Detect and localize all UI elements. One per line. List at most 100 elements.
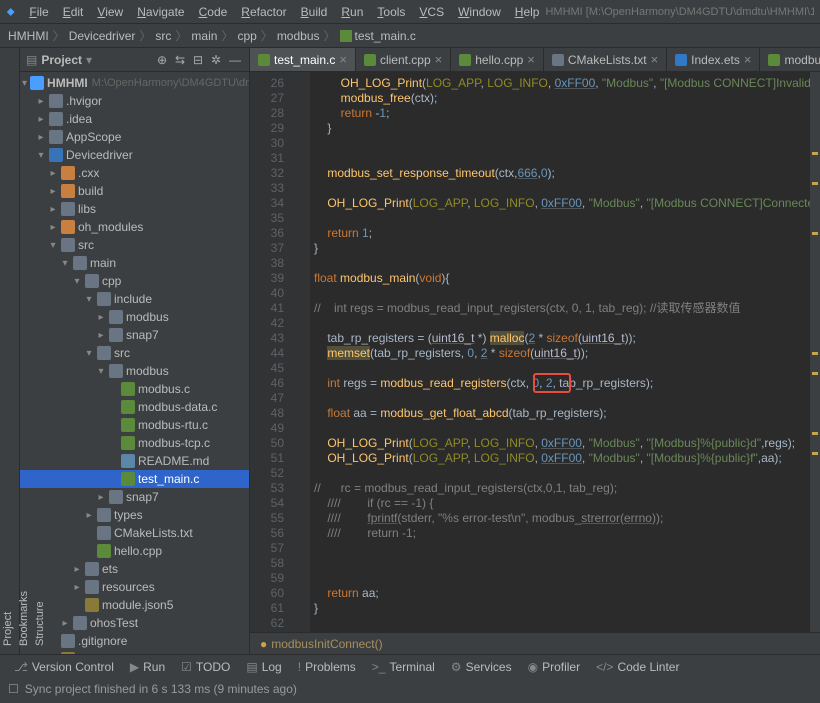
editor-tab[interactable]: modbus.c×	[760, 48, 820, 71]
menu-bar: FileEditViewNavigateCodeRefactorBuildRun…	[23, 3, 545, 21]
folder-o-icon	[61, 166, 75, 180]
tree-item[interactable]: include	[20, 290, 249, 308]
file-txt-icon	[61, 634, 75, 648]
breadcrumb-item[interactable]: modbus	[277, 29, 320, 43]
tree-item[interactable]: libs	[20, 200, 249, 218]
project-sidebar: ▤ Project ▾ ⊕ ⇆ ⊟ ✲ — HMHMI M:\OpenHarmo…	[20, 48, 250, 654]
tree-item[interactable]: test_main.c	[20, 470, 249, 488]
tree-item[interactable]: modbus-rtu.c	[20, 416, 249, 434]
menu-vcs[interactable]: VCS	[413, 3, 450, 21]
close-tab-icon[interactable]: ×	[435, 52, 443, 67]
tree-item[interactable]: CMakeLists.txt	[20, 524, 249, 542]
tree-item[interactable]: build	[20, 182, 249, 200]
scrollbar-track[interactable]	[810, 72, 820, 632]
code-content[interactable]: OH_LOG_Print(LOG_APP, LOG_INFO, 0xFF00, …	[310, 72, 820, 632]
settings-icon[interactable]: ✲	[211, 53, 225, 67]
menu-help[interactable]: Help	[509, 3, 546, 21]
editor-tab[interactable]: client.cpp×	[356, 48, 451, 71]
bottom-tab-log[interactable]: ▤Log	[240, 658, 287, 676]
tree-item[interactable]: modbus	[20, 308, 249, 326]
file-icon	[258, 54, 270, 66]
breadcrumb-item[interactable]: main	[191, 29, 217, 43]
code-context-bar: ● modbusInitConnect()	[250, 632, 820, 654]
bottom-tab-services[interactable]: ⚙Services	[445, 658, 518, 676]
file-txt-icon	[97, 526, 111, 540]
locate-icon[interactable]: ⊕	[157, 53, 171, 67]
menu-file[interactable]: File	[23, 3, 54, 21]
menu-tools[interactable]: Tools	[371, 3, 411, 21]
breadcrumb-item[interactable]: src	[155, 29, 171, 43]
gutter-tab-project[interactable]: Project	[0, 48, 16, 654]
tree-item[interactable]: .hvigor	[20, 92, 249, 110]
editor-tab[interactable]: hello.cpp×	[451, 48, 544, 71]
menu-edit[interactable]: Edit	[57, 3, 90, 21]
tree-root[interactable]: HMHMI M:\OpenHarmony\DM4GDTU\dmdtu\HM	[20, 74, 249, 92]
breadcrumb-item[interactable]: cpp	[237, 29, 256, 43]
gutter-tab-structure[interactable]: Structure	[32, 48, 48, 654]
bottom-tab-terminal[interactable]: >_Terminal	[366, 658, 441, 676]
tree-item[interactable]: cpp	[20, 272, 249, 290]
tree-item[interactable]: Devicedriver	[20, 146, 249, 164]
tree-item[interactable]: src	[20, 236, 249, 254]
file-icon	[364, 54, 376, 66]
tree-item[interactable]: snap7	[20, 326, 249, 344]
folder-icon	[109, 490, 123, 504]
tree-item[interactable]: main	[20, 254, 249, 272]
menu-run[interactable]: Run	[335, 3, 369, 21]
close-tab-icon[interactable]: ×	[339, 52, 347, 67]
tree-item[interactable]: modbus-data.c	[20, 398, 249, 416]
tree-item[interactable]: .gitignore	[20, 632, 249, 650]
menu-view[interactable]: View	[91, 3, 129, 21]
left-tool-gutter: ProjectBookmarksStructure	[0, 48, 20, 654]
breadcrumb-item[interactable]: HMHMI	[8, 29, 49, 43]
folder-icon	[49, 94, 63, 108]
tree-item[interactable]: README.md	[20, 452, 249, 470]
hide-icon[interactable]: —	[229, 53, 243, 67]
tree-item[interactable]: src	[20, 344, 249, 362]
breadcrumb-item[interactable]: Devicedriver	[69, 29, 136, 43]
bottom-tab-todo[interactable]: ☑TODO	[175, 658, 236, 676]
tree-item[interactable]: module.json5	[20, 596, 249, 614]
bottom-tab-problems[interactable]: !Problems	[292, 658, 362, 676]
bottom-tab-code-linter[interactable]: </>Code Linter	[590, 658, 685, 676]
menu-build[interactable]: Build	[295, 3, 334, 21]
tree-item[interactable]: .cxx	[20, 164, 249, 182]
tree-item[interactable]: types	[20, 506, 249, 524]
tree-item[interactable]: resources	[20, 578, 249, 596]
bottom-tab-version-control[interactable]: ⎇Version Control	[8, 658, 120, 676]
code-editor[interactable]: 26 27 28 29 30 31 32 33 34 35 36 37 38 3…	[250, 72, 820, 632]
menu-navigate[interactable]: Navigate	[131, 3, 190, 21]
menu-refactor[interactable]: Refactor	[235, 3, 292, 21]
tree-item[interactable]: snap7	[20, 488, 249, 506]
close-tab-icon[interactable]: ×	[651, 52, 659, 67]
tree-item[interactable]: oh_modules	[20, 218, 249, 236]
editor-tab[interactable]: Index.ets×	[667, 48, 760, 71]
tree-item[interactable]: hello.cpp	[20, 542, 249, 560]
folder-icon	[85, 580, 99, 594]
editor-tab[interactable]: test_main.c×	[250, 48, 356, 71]
close-tab-icon[interactable]: ×	[527, 52, 535, 67]
tree-item[interactable]: ohosTest	[20, 614, 249, 632]
menu-window[interactable]: Window	[452, 3, 507, 21]
file-c-icon	[121, 472, 135, 486]
gutter-tab-bookmarks[interactable]: Bookmarks	[16, 48, 32, 654]
tree-item[interactable]: AppScope	[20, 128, 249, 146]
tree-item[interactable]: modbus	[20, 362, 249, 380]
editor-tab[interactable]: CMakeLists.txt×	[544, 48, 667, 71]
folder-icon	[85, 274, 99, 288]
tree-item[interactable]: build-profile.json5	[20, 650, 249, 654]
tree-item[interactable]: modbus-tcp.c	[20, 434, 249, 452]
close-tab-icon[interactable]: ×	[744, 52, 752, 67]
file-c-icon	[97, 544, 111, 558]
breadcrumb-item[interactable]: test_main.c	[340, 29, 416, 43]
tree-item[interactable]: .idea	[20, 110, 249, 128]
project-tree[interactable]: HMHMI M:\OpenHarmony\DM4GDTU\dmdtu\HM .h…	[20, 72, 249, 654]
collapse-icon[interactable]: ⊟	[193, 53, 207, 67]
tree-item[interactable]: modbus.c	[20, 380, 249, 398]
bottom-tab-run[interactable]: ▶Run	[124, 658, 171, 676]
tree-item[interactable]: ets	[20, 560, 249, 578]
expand-icon[interactable]: ⇆	[175, 53, 189, 67]
bottom-tab-profiler[interactable]: ◉Profiler	[522, 658, 587, 676]
folder-icon	[85, 562, 99, 576]
menu-code[interactable]: Code	[193, 3, 234, 21]
